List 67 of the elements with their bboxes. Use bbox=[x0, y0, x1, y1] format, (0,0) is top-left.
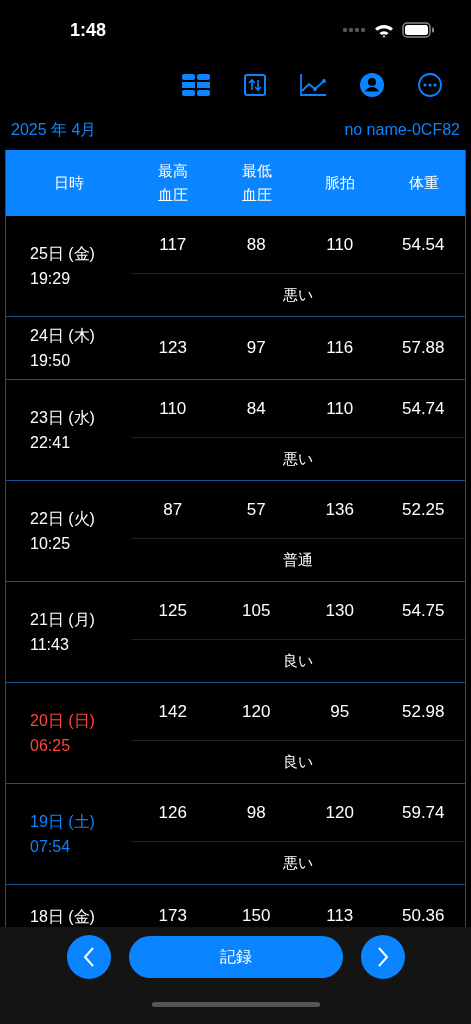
date-cell-text: 19日 (土) 07:54 bbox=[29, 812, 96, 857]
record-button[interactable]: 記録 bbox=[128, 936, 343, 978]
condition-note: 普通 bbox=[283, 550, 313, 570]
table-cell-text: 52.25 bbox=[400, 499, 446, 520]
wifi-icon bbox=[374, 22, 394, 38]
table-cell-text: 113 bbox=[325, 906, 355, 926]
previous-button[interactable] bbox=[66, 935, 111, 979]
battery-icon bbox=[402, 22, 435, 38]
table-cell-text: 173 bbox=[157, 906, 188, 926]
condition-note: 良い bbox=[283, 752, 313, 772]
table-cell-text: 110 bbox=[158, 398, 188, 419]
table-icon[interactable] bbox=[182, 74, 210, 96]
table-cell-text: 57 bbox=[245, 499, 267, 520]
table-cell-text: 95 bbox=[329, 701, 351, 722]
table-cell-text: 57.88 bbox=[400, 338, 446, 358]
signal-icon bbox=[342, 27, 366, 33]
table-cell-text: 98 bbox=[245, 802, 267, 823]
table-cell-text: 150 bbox=[241, 906, 272, 926]
table-cell-text: 116 bbox=[325, 338, 355, 358]
condition-note: 良い bbox=[283, 651, 313, 671]
date-cell-text: 25日 (金) 19:29 bbox=[29, 244, 96, 289]
more-icon[interactable] bbox=[418, 73, 442, 97]
table-cell-text: 88 bbox=[245, 234, 267, 255]
date-cell-text: 18日 (金) bbox=[29, 906, 96, 927]
table-cell-text: 142 bbox=[157, 701, 188, 722]
chevron-right-icon bbox=[376, 946, 389, 968]
column-header: 最低血圧 bbox=[240, 161, 273, 206]
column-header: 日時 bbox=[52, 173, 85, 194]
table-cell-text: 54.54 bbox=[400, 234, 446, 255]
table-cell-text: 120 bbox=[324, 802, 355, 823]
date-cell-text: 22日 (火) 10:25 bbox=[29, 509, 96, 554]
table-cell-text: 105 bbox=[241, 600, 272, 621]
device-name: no name-0CF82 bbox=[344, 121, 460, 139]
column-header: 最高血圧 bbox=[156, 161, 189, 206]
date-cell-text: 23日 (水) 22:41 bbox=[29, 408, 96, 453]
condition-note: 悪い bbox=[283, 449, 313, 469]
date-cell-text: 21日 (月) 11:43 bbox=[29, 610, 96, 655]
date-cell-text: 24日 (木) 19:50 bbox=[29, 326, 96, 371]
next-button[interactable] bbox=[360, 935, 405, 979]
table-cell-text: 136 bbox=[324, 499, 355, 520]
table-cell-text: 50.36 bbox=[400, 906, 446, 926]
table-cell-text: 126 bbox=[157, 802, 188, 823]
condition-note: 悪い bbox=[283, 285, 313, 305]
status-time: 1:48 bbox=[70, 19, 107, 41]
date-cell-text: 20日 (日) 06:25 bbox=[29, 711, 96, 756]
table-cell-text: 110 bbox=[325, 398, 355, 419]
table-cell-text: 87 bbox=[162, 499, 184, 520]
table-cell-text: 84 bbox=[245, 398, 267, 419]
line-chart-icon[interactable] bbox=[300, 74, 326, 96]
column-header: 脈拍 bbox=[324, 173, 357, 194]
table-cell-text: 120 bbox=[241, 701, 272, 722]
table-cell-text: 130 bbox=[324, 600, 355, 621]
table-cell-text: 117 bbox=[158, 234, 188, 255]
table-cell-text: 54.74 bbox=[400, 398, 446, 419]
profile-icon[interactable] bbox=[360, 73, 384, 97]
table-cell-text: 97 bbox=[245, 338, 267, 358]
chevron-left-icon bbox=[82, 946, 95, 968]
condition-note: 悪い bbox=[283, 853, 313, 873]
month-label: 2025 年 4月 bbox=[11, 119, 97, 140]
table-cell-text: 59.74 bbox=[400, 802, 446, 823]
column-header: 体重 bbox=[408, 173, 441, 194]
table-cell-text: 110 bbox=[325, 234, 355, 255]
table-cell-text: 52.98 bbox=[400, 701, 446, 722]
table-cell-text: 54.75 bbox=[400, 600, 446, 621]
sort-icon[interactable] bbox=[244, 74, 266, 96]
table-cell-text: 123 bbox=[157, 338, 188, 358]
table-cell-text: 125 bbox=[157, 600, 188, 621]
